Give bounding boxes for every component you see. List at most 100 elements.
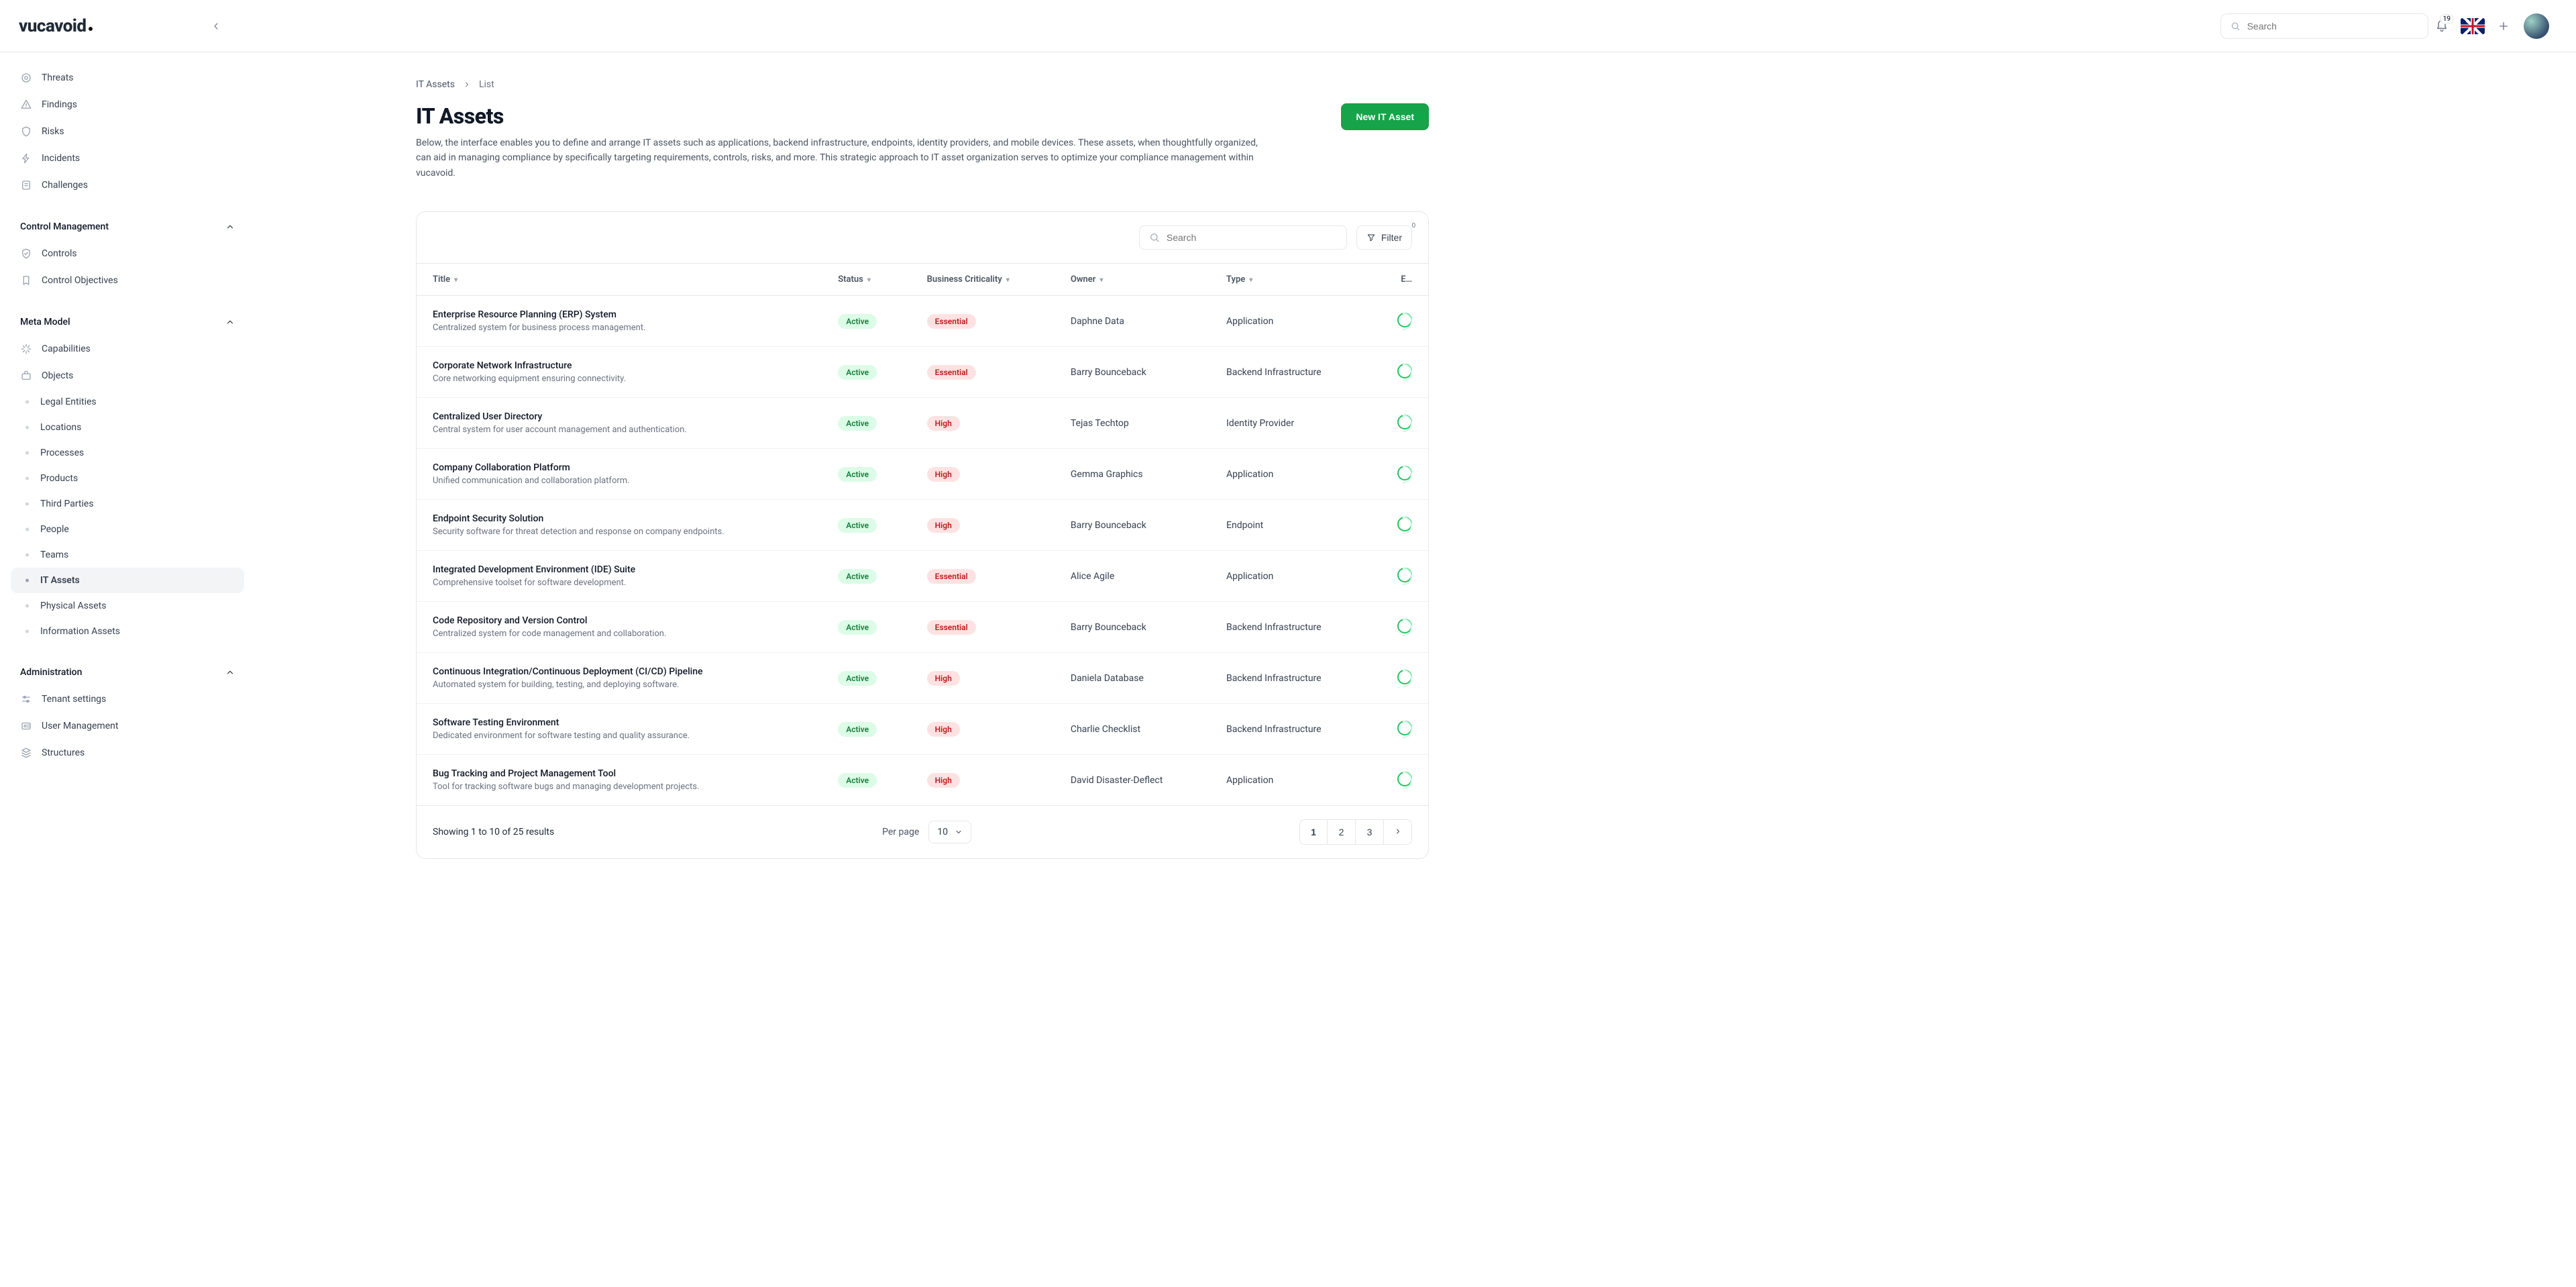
asset-type: Application (1210, 551, 1369, 602)
table-toolbar: Filter 0 (417, 212, 1428, 263)
sidebar-item-third-parties[interactable]: Third Parties (11, 491, 244, 517)
sidebar-item-label: Teams (40, 550, 68, 560)
sidebar-section-meta-model[interactable]: Meta Model (11, 309, 244, 336)
asset-subtitle: Tool for tracking software bugs and mana… (433, 782, 806, 792)
table-search-input[interactable] (1167, 232, 1337, 243)
add-button[interactable] (2490, 13, 2517, 40)
notifications-button[interactable]: 19 (2428, 13, 2455, 40)
section-title: Control Management (20, 221, 109, 232)
progress-ring-icon (1397, 466, 1412, 480)
page-1-button[interactable]: 1 (1299, 819, 1328, 845)
sidebar-item-label: Processes (40, 448, 84, 458)
sidebar-item-risks[interactable]: Risks (11, 118, 244, 145)
filter-button[interactable]: Filter 0 (1356, 225, 1412, 250)
language-selector-uk-flag[interactable] (2461, 18, 2485, 34)
asset-owner: Daniela Database (1055, 653, 1210, 704)
sidebar-item-legal-entities[interactable]: Legal Entities (11, 389, 244, 415)
table-row[interactable]: Company Collaboration PlatformUnified co… (417, 449, 1428, 500)
sidebar-item-people[interactable]: People (11, 517, 244, 542)
sidebar-item-tenant-settings[interactable]: Tenant settings (11, 686, 244, 713)
col-title[interactable]: Title▾ (417, 264, 822, 296)
new-it-asset-button[interactable]: New IT Asset (1341, 103, 1429, 130)
status-badge: Active (838, 467, 877, 482)
sidebar-item-processes[interactable]: Processes (11, 440, 244, 466)
sidebar-item-label: Control Objectives (42, 275, 118, 286)
sidebar-item-label: IT Assets (40, 575, 80, 586)
user-avatar[interactable] (2524, 13, 2549, 39)
sidebar-item-capabilities[interactable]: Capabilities (11, 336, 244, 362)
global-search-input[interactable] (2247, 21, 2418, 32)
asset-subtitle: Comprehensive toolset for software devel… (433, 578, 806, 588)
sidebar-item-label: Risks (42, 126, 64, 137)
global-search[interactable] (2220, 13, 2428, 39)
sidebar-item-user-management[interactable]: User Management (11, 713, 244, 739)
page-description: Below, the interface enables you to defi… (416, 136, 1261, 181)
sidebar-item-findings[interactable]: Findings (11, 91, 244, 118)
table-search[interactable] (1139, 225, 1347, 250)
chevron-up-icon (225, 317, 235, 327)
shield-icon (20, 125, 32, 138)
asset-title: Company Collaboration Platform (433, 462, 806, 473)
sidebar-item-incidents[interactable]: Incidents (11, 145, 244, 172)
table-row[interactable]: Endpoint Security SolutionSecurity softw… (417, 500, 1428, 551)
sidebar-item-challenges[interactable]: Challenges (11, 172, 244, 199)
id-card-icon (20, 720, 32, 732)
sidebar-section-control-management[interactable]: Control Management (11, 213, 244, 240)
per-page-control: Per page 10 (882, 821, 971, 843)
table-row[interactable]: Enterprise Resource Planning (ERP) Syste… (417, 296, 1428, 347)
breadcrumb-root[interactable]: IT Assets (416, 79, 455, 90)
brand-text: vucavoid (19, 16, 87, 36)
progress-ring-icon (1397, 313, 1412, 327)
asset-type: Backend Infrastructure (1210, 602, 1369, 653)
table-row[interactable]: Code Repository and Version ControlCentr… (417, 602, 1428, 653)
sidebar-item-information-assets[interactable]: Information Assets (11, 619, 244, 644)
asset-subtitle: Dedicated environment for software testi… (433, 731, 806, 741)
sidebar-collapse-button[interactable] (207, 17, 225, 36)
sidebar-item-label: Tenant settings (42, 694, 106, 705)
asset-subtitle: Core networking equipment ensuring conne… (433, 374, 806, 384)
warning-triangle-icon (20, 99, 32, 111)
brand-logo[interactable]: vucavoid (19, 16, 93, 36)
page-2-button[interactable]: 2 (1328, 819, 1356, 845)
sidebar-item-label: Controls (42, 248, 77, 259)
sidebar-section-administration[interactable]: Administration (11, 659, 244, 686)
asset-subtitle: Central system for user account manageme… (433, 425, 806, 435)
table-row[interactable]: Continuous Integration/Continuous Deploy… (417, 653, 1428, 704)
sidebar-item-products[interactable]: Products (11, 466, 244, 491)
col-status[interactable]: Status▾ (822, 264, 910, 296)
table-row[interactable]: Bug Tracking and Project Management Tool… (417, 755, 1428, 806)
page-3-button[interactable]: 3 (1356, 819, 1384, 845)
col-criticality[interactable]: Business Criticality▾ (911, 264, 1055, 296)
sidebar-item-teams[interactable]: Teams (11, 542, 244, 568)
sidebar-item-control-objectives[interactable]: Control Objectives (11, 267, 244, 294)
per-page-select[interactable]: 10 (928, 821, 971, 843)
sidebar-item-it-assets[interactable]: IT Assets (11, 568, 244, 593)
page-next-button[interactable] (1384, 819, 1412, 845)
table-row[interactable]: Corporate Network InfrastructureCore net… (417, 347, 1428, 398)
sidebar-item-threats[interactable]: Threats (11, 64, 244, 91)
col-type[interactable]: Type▾ (1210, 264, 1369, 296)
sidebar-item-structures[interactable]: Structures (11, 739, 244, 766)
asset-title: Endpoint Security Solution (433, 513, 806, 524)
sidebar-item-controls[interactable]: Controls (11, 240, 244, 267)
sidebar-item-objects[interactable]: Objects (11, 362, 244, 389)
table-row[interactable]: Software Testing EnvironmentDedicated en… (417, 704, 1428, 755)
sidebar-item-label: Physical Assets (40, 601, 106, 611)
sidebar-item-label: People (40, 524, 69, 535)
asset-title: Enterprise Resource Planning (ERP) Syste… (433, 309, 806, 320)
col-owner[interactable]: Owner▾ (1055, 264, 1210, 296)
asset-type: Backend Infrastructure (1210, 347, 1369, 398)
table-row[interactable]: Centralized User DirectoryCentral system… (417, 398, 1428, 449)
per-page-value: 10 (937, 827, 948, 837)
page-title: IT Assets (416, 103, 1261, 129)
sidebar-item-label: Products (40, 473, 78, 484)
table-row[interactable]: Integrated Development Environment (IDE)… (417, 551, 1428, 602)
chevron-down-icon (955, 828, 963, 836)
sidebar-item-label: Locations (40, 422, 81, 433)
sidebar-item-physical-assets[interactable]: Physical Assets (11, 593, 244, 619)
sort-icon: ▾ (1249, 276, 1252, 284)
sidebar-item-locations[interactable]: Locations (11, 415, 244, 440)
sidebar-item-label: Incidents (42, 153, 80, 164)
status-badge: Active (838, 620, 877, 635)
criticality-badge: High (927, 518, 960, 533)
